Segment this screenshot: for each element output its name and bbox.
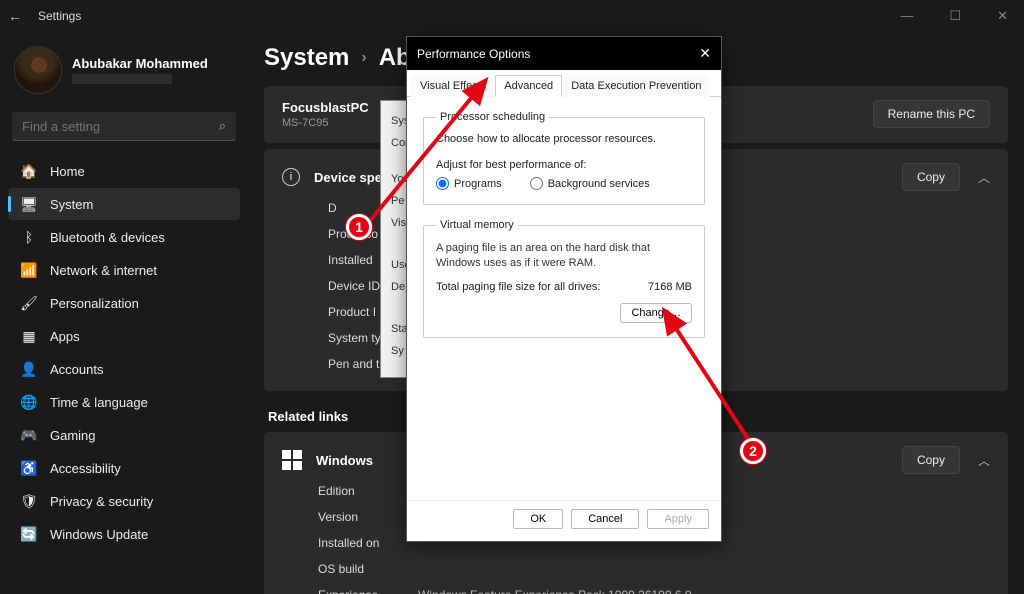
processor-scheduling-text: Choose how to allocate processor resourc… [436, 133, 692, 145]
nav-windows-update[interactable]: 🔄Windows Update [8, 518, 240, 550]
adjust-label: Adjust for best performance of: [436, 159, 692, 171]
nav-accounts[interactable]: 👤Accounts [8, 353, 240, 385]
chevron-up-icon[interactable]: ︿ [978, 169, 990, 186]
bluetooth-icon: ᛒ [20, 228, 38, 246]
shield-icon: 🛡 [20, 492, 38, 510]
maximize-button[interactable]: ☐ [941, 4, 969, 28]
profile[interactable]: Abubakar Mohammed [8, 40, 240, 106]
wifi-icon: 📶 [20, 261, 38, 279]
avatar [14, 46, 62, 94]
virtual-memory-group: Virtual memory A paging file is an area … [423, 219, 705, 338]
nav-system[interactable]: 🖥System [8, 188, 240, 220]
windows-logo-icon [282, 450, 302, 470]
copy-windows-specs-button[interactable]: Copy [902, 446, 960, 474]
annotation-marker-1: 1 [346, 214, 372, 240]
dialog-buttons: OK Cancel Apply [407, 500, 721, 541]
search-input[interactable] [22, 119, 219, 134]
profile-subtitle-redacted [72, 74, 172, 84]
titlebar: ← Settings — ☐ ✕ [0, 0, 1024, 32]
nav-privacy[interactable]: 🛡Privacy & security [8, 485, 240, 517]
minimize-button[interactable]: — [892, 4, 921, 28]
profile-name: Abubakar Mohammed [72, 56, 208, 71]
nav: 🏠Home 🖥System ᛒBluetooth & devices 📶Netw… [8, 155, 240, 550]
close-button[interactable]: ✕ [989, 4, 1016, 28]
tab-advanced[interactable]: Advanced [495, 75, 562, 97]
brush-icon: 🖌 [20, 294, 38, 312]
info-icon: i [282, 168, 300, 186]
back-button[interactable]: ← [8, 8, 22, 24]
nav-accessibility[interactable]: ♿Accessibility [8, 452, 240, 484]
experience-value: Windows Feature Experience Pack 1000.261… [418, 588, 692, 594]
nav-bluetooth[interactable]: ᛒBluetooth & devices [8, 221, 240, 253]
processor-scheduling-legend: Processor scheduling [436, 111, 549, 123]
dialog-close-icon[interactable]: ✕ [699, 45, 711, 62]
dialog-tabs: Visual Effects Advanced Data Execution P… [407, 70, 721, 97]
virtual-memory-legend: Virtual memory [436, 219, 518, 231]
window-controls: — ☐ ✕ [892, 4, 1016, 28]
nav-personalization[interactable]: 🖌Personalization [8, 287, 240, 319]
cancel-button[interactable]: Cancel [571, 509, 639, 529]
copy-device-specs-button[interactable]: Copy [902, 163, 960, 191]
nav-home[interactable]: 🏠Home [8, 155, 240, 187]
change-button[interactable]: Change… [620, 303, 692, 323]
system-icon: 🖥 [20, 195, 38, 213]
nav-time-language[interactable]: 🌐Time & language [8, 386, 240, 418]
search-icon: ⌕ [219, 118, 226, 134]
sidebar: Abubakar Mohammed ⌕ 🏠Home 🖥System ᛒBluet… [0, 32, 248, 594]
tab-dep[interactable]: Data Execution Prevention [562, 75, 710, 97]
update-icon: 🔄 [20, 525, 38, 543]
home-icon: 🏠 [20, 162, 38, 180]
annotation-marker-2: 2 [740, 438, 766, 464]
window-title: Settings [38, 9, 81, 23]
radio-programs[interactable]: Programs [436, 177, 502, 190]
breadcrumb-root[interactable]: System [264, 44, 349, 72]
dialog-title: Performance Options [417, 47, 530, 61]
performance-options-dialog: Performance Options ✕ Visual Effects Adv… [406, 36, 722, 542]
accessibility-icon: ♿ [20, 459, 38, 477]
globe-icon: 🌐 [20, 393, 38, 411]
nav-gaming[interactable]: 🎮Gaming [8, 419, 240, 451]
virtual-memory-text: A paging file is an area on the hard dis… [436, 241, 692, 271]
gamepad-icon: 🎮 [20, 426, 38, 444]
radio-background[interactable]: Background services [530, 177, 650, 190]
ok-button[interactable]: OK [513, 509, 563, 529]
dialog-titlebar[interactable]: Performance Options ✕ [407, 37, 721, 70]
nav-apps[interactable]: ▦Apps [8, 320, 240, 352]
processor-scheduling-group: Processor scheduling Choose how to alloc… [423, 111, 705, 205]
apply-button[interactable]: Apply [647, 509, 709, 529]
paging-size-value: 7168 MB [648, 281, 692, 293]
search-box[interactable]: ⌕ [12, 112, 236, 141]
chevron-right-icon: › [361, 49, 366, 67]
tab-visual-effects[interactable]: Visual Effects [411, 75, 495, 97]
nav-network[interactable]: 📶Network & internet [8, 254, 240, 286]
paging-size-label: Total paging file size for all drives: [436, 281, 600, 293]
rename-pc-button[interactable]: Rename this PC [873, 100, 990, 128]
user-icon: 👤 [20, 360, 38, 378]
chevron-up-icon[interactable]: ︿ [978, 452, 990, 469]
apps-icon: ▦ [20, 327, 38, 345]
